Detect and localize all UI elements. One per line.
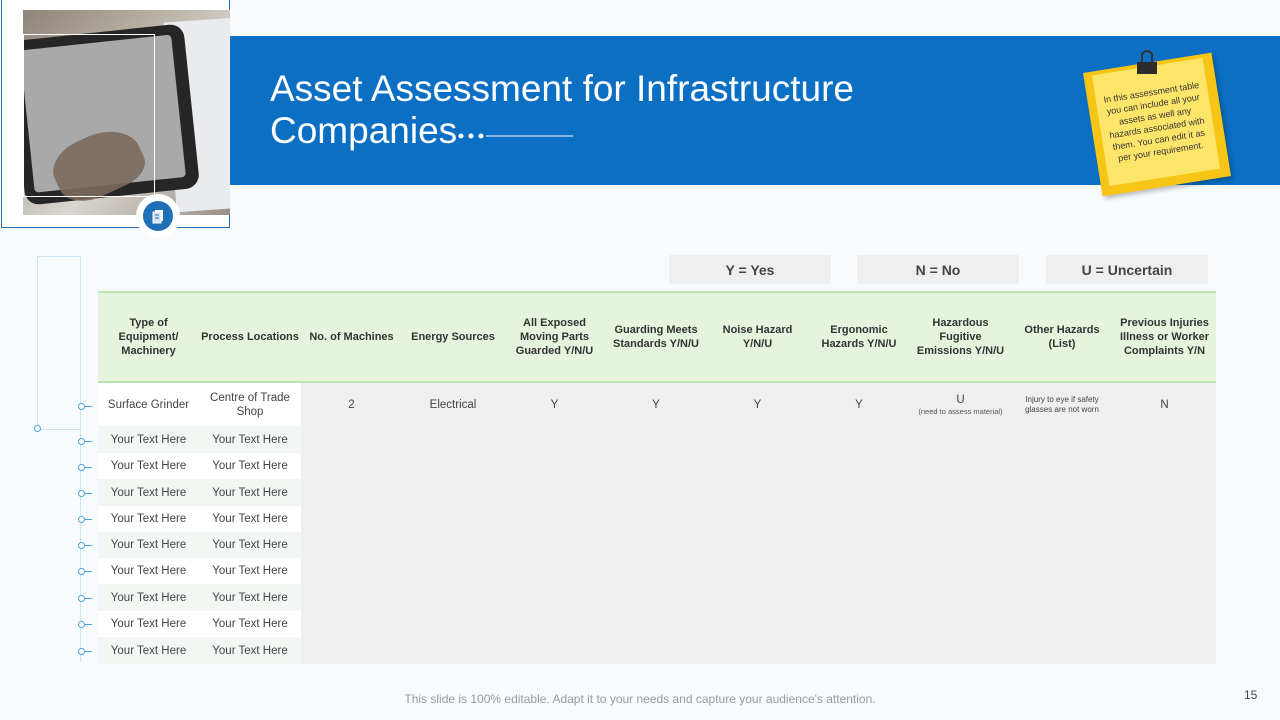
empty-cells [301,611,1216,637]
cell-location[interactable]: Your Text Here [199,506,301,532]
rail-marker-tick [84,598,92,599]
cell-machines: 2 [301,383,402,426]
header-noise: Noise Hazard Y/N/U [722,324,793,350]
badge [136,194,180,238]
table-row: Your Text Here Your Text Here [98,506,1216,532]
header-guarding: Guarding Meets Standards Y/N/U [613,324,699,350]
page-title: Asset Assessment for Infrastructure Comp… [270,68,910,152]
cell-ergonomic: Y [808,383,910,426]
header-moving-parts: All Exposed Moving Parts Guarded Y/N/U [515,317,594,357]
empty-cells [301,479,1216,506]
rail-marker-tick [84,651,92,652]
header-ergonomic: Ergonomic Hazards Y/N/U [821,324,897,350]
header-injuries: Previous Injuries Illness or Worker Comp… [1119,317,1210,357]
empty-cells [301,637,1216,664]
page-number: 15 [1244,688,1258,702]
cell-emissions: U (need to assess material) [910,383,1011,426]
header-emissions: Hazardous Fugitive Emissions Y/N/U [916,317,1005,357]
title-line-2: Companies [270,110,458,151]
table-row: Your Text Here Your Text Here [98,453,1216,479]
empty-cells [301,584,1216,611]
cell-equipment[interactable]: Your Text Here [98,611,199,637]
table-row: Your Text Here Your Text Here [98,637,1216,664]
cell-equipment[interactable]: Your Text Here [98,532,199,558]
rail-marker-tick [84,571,92,572]
rail-marker-tick [84,493,92,494]
cell-location: Centre of Trade Shop [199,383,301,426]
cell-equipment: Surface Grinder [98,383,199,426]
cell-equipment[interactable]: Your Text Here [98,584,199,611]
cell-location[interactable]: Your Text Here [199,558,301,584]
table-header: Type of Equipment/ Machinery Process Loc… [98,291,1216,383]
header-equipment: Type of Equipment/ Machinery [118,317,179,357]
rail-dot [34,425,41,432]
cell-location[interactable]: Your Text Here [199,453,301,479]
legend-yes: Y = Yes [669,255,831,284]
legend-no: N = No [857,255,1019,284]
photo-overlay-box [23,34,155,197]
title-dots-decoration [458,133,573,139]
cell-location[interactable]: Your Text Here [199,426,301,453]
cell-equipment[interactable]: Your Text Here [98,637,199,664]
cell-emissions-value: U [956,394,965,406]
cell-injuries: N [1113,383,1216,426]
table-row: Your Text Here Your Text Here [98,479,1216,506]
empty-cells [301,558,1216,584]
header-energy: Energy Sources [411,331,495,343]
legend-uncertain: U = Uncertain [1046,255,1208,284]
tablet-photo [23,10,230,215]
cell-other-hazards: Injury to eye if safety glasses are not … [1011,383,1113,426]
title-line-1: Asset Assessment for Infrastructure [270,68,854,109]
cell-location[interactable]: Your Text Here [199,584,301,611]
table-row: Your Text Here Your Text Here [98,426,1216,453]
cell-location[interactable]: Your Text Here [199,532,301,558]
rail-marker-tick [84,441,92,442]
table-row: Your Text Here Your Text Here [98,584,1216,611]
table-row: Your Text Here Your Text Here [98,532,1216,558]
empty-cells [301,426,1216,453]
rail-marker-tick [84,467,92,468]
cell-equipment[interactable]: Your Text Here [98,426,199,453]
header-locations: Process Locations [201,331,299,343]
cell-location[interactable]: Your Text Here [199,637,301,664]
table-row: Your Text Here Your Text Here [98,611,1216,637]
table-row: Surface Grinder Centre of Trade Shop 2 E… [98,383,1216,426]
cell-guarding: Y [605,383,707,426]
cell-equipment[interactable]: Your Text Here [98,479,199,506]
rail-marker-tick [84,519,92,520]
asset-table: Type of Equipment/ Machinery Process Loc… [98,291,1216,664]
header-machines: No. of Machines [309,331,394,343]
cell-equipment[interactable]: Your Text Here [98,453,199,479]
cell-equipment[interactable]: Your Text Here [98,506,199,532]
cell-moving-parts: Y [504,383,605,426]
cell-energy: Electrical [402,383,504,426]
rail-bracket [37,256,81,430]
cell-equipment[interactable]: Your Text Here [98,558,199,584]
table-row: Your Text Here Your Text Here [98,558,1216,584]
header-other-hazards: Other Hazards (List) [1024,324,1100,350]
footer-text: This slide is 100% editable. Adapt it to… [404,692,876,706]
cell-noise: Y [707,383,808,426]
binder-clip-icon [1137,50,1157,74]
rail-marker-tick [84,624,92,625]
cell-location[interactable]: Your Text Here [199,479,301,506]
document-icon [143,201,173,231]
cell-location[interactable]: Your Text Here [199,611,301,637]
empty-cells [301,453,1216,479]
rail-marker-tick [84,545,92,546]
empty-cells [301,506,1216,532]
empty-cells [301,532,1216,558]
rail-marker-tick [84,406,92,407]
cell-emissions-note: (need to assess material) [918,407,1003,416]
